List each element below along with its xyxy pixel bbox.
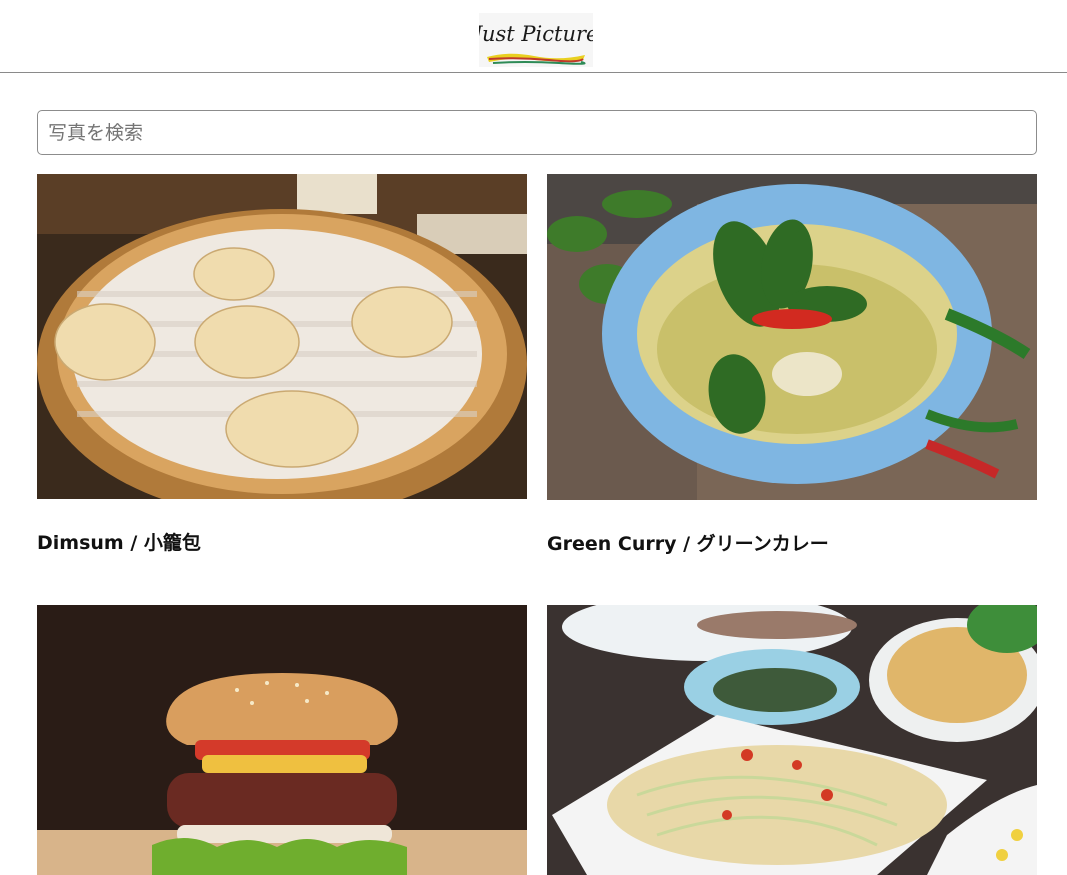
burger-photo[interactable]: [37, 605, 527, 875]
logo-text: Just Picture: [479, 22, 593, 46]
photo-card[interactable]: [547, 605, 1037, 875]
site-logo[interactable]: Just Picture: [479, 13, 593, 67]
logo-graphic: Just Picture: [479, 22, 593, 65]
green-curry-photo[interactable]: [547, 174, 1037, 500]
search-bar: [37, 110, 1037, 155]
photo-card[interactable]: [37, 605, 527, 875]
photo-title[interactable]: Green Curry / グリーンカレー: [547, 529, 829, 556]
photo-card[interactable]: Green Curry / グリーンカレー: [547, 174, 1037, 555]
site-header: Just Picture: [0, 0, 1067, 73]
photo-title[interactable]: Dimsum / 小籠包: [37, 528, 201, 555]
dimsum-photo[interactable]: [37, 174, 527, 499]
papaya-salad-photo[interactable]: [547, 605, 1037, 875]
photo-card[interactable]: Dimsum / 小籠包: [37, 174, 527, 554]
search-input[interactable]: [37, 110, 1037, 155]
